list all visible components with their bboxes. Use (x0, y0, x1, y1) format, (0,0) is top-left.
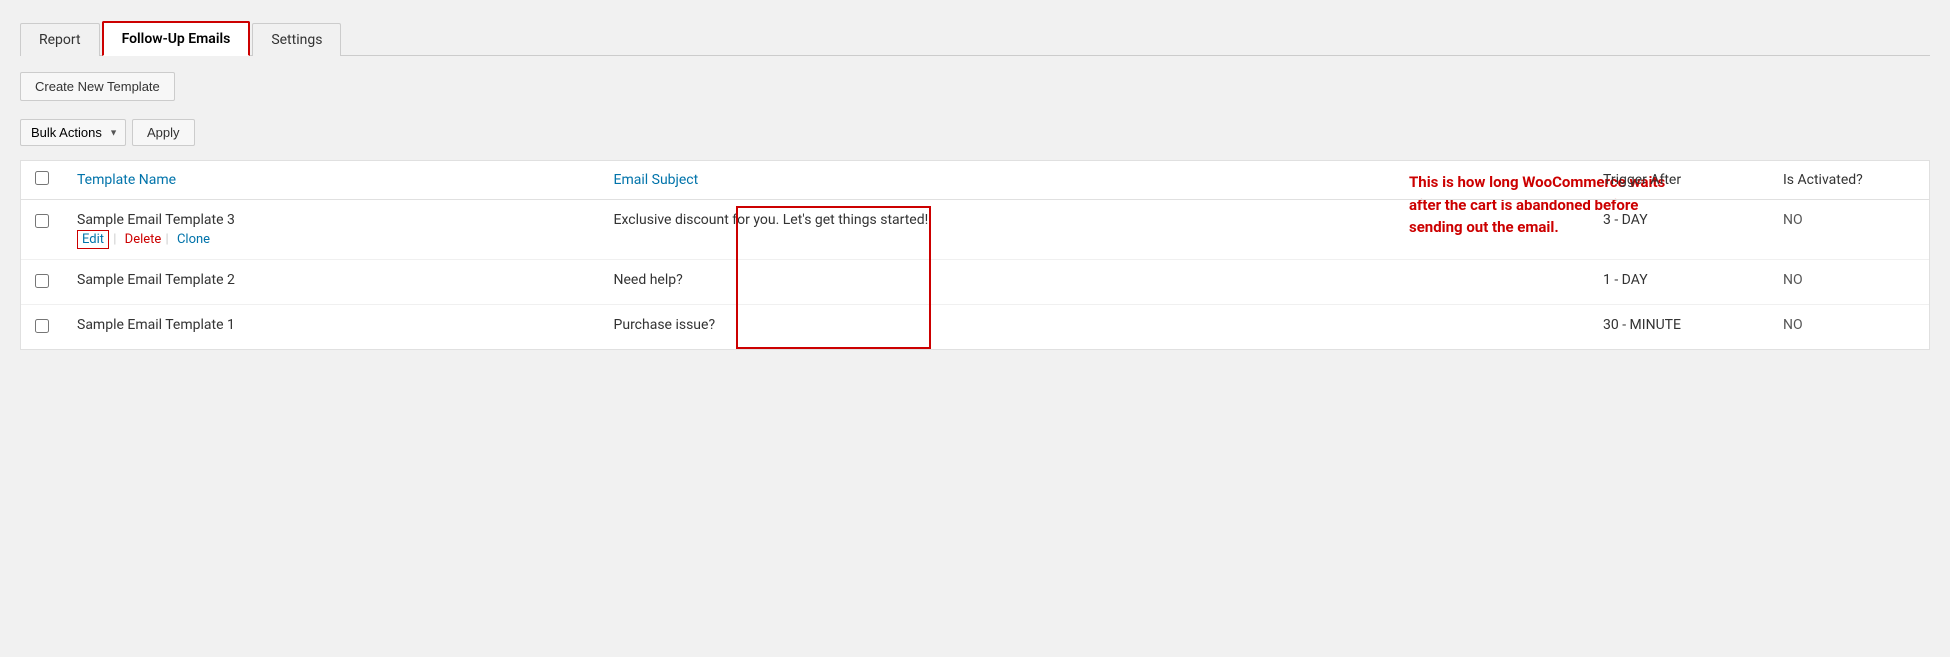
row-2-is-activated-cell: NO (1769, 260, 1929, 305)
tab-follow-up-emails[interactable]: Follow-Up Emails (102, 21, 251, 56)
col-header-email-subject[interactable]: Email Subject (600, 161, 1589, 200)
table-header-row: Template Name Email Subject Trigger Afte… (21, 161, 1929, 200)
row-3-is-activated: NO (1783, 212, 1803, 228)
table-row: Sample Email Template 1 Purchase issue? … (21, 305, 1929, 350)
table-row: Sample Email Template 2 Need help? 1 - D… (21, 260, 1929, 305)
table-wrapper: Template Name Email Subject Trigger Afte… (21, 161, 1929, 349)
row-2-trigger-after-cell: 1 - DAY (1589, 260, 1769, 305)
row-3-trigger-after-cell: 3 - DAY (1589, 200, 1769, 260)
table-row: Sample Email Template 3 Edit | Delete | … (21, 200, 1929, 260)
row-checkbox-1 (21, 305, 63, 350)
bulk-actions-select[interactable]: Bulk Actions (20, 119, 126, 146)
row-2-trigger-after: 1 - DAY (1603, 272, 1648, 288)
apply-button[interactable]: Apply (132, 119, 195, 146)
tab-report[interactable]: Report (20, 23, 100, 56)
row-2-email-subject: Need help? (614, 272, 683, 288)
page-container: Report Follow-Up Emails Settings Create … (0, 0, 1950, 657)
row-3-template-name-cell: Sample Email Template 3 Edit | Delete | … (63, 200, 600, 260)
row-1-email-subject: Purchase issue? (614, 317, 716, 333)
row-1-trigger-after-cell: 30 - MINUTE (1589, 305, 1769, 350)
row-2-template-name-cell: Sample Email Template 2 (63, 260, 600, 305)
row-1-is-activated: NO (1783, 317, 1803, 333)
col-header-is-activated: Is Activated? (1769, 161, 1929, 200)
row-1-trigger-after: 30 - MINUTE (1603, 317, 1681, 333)
row-3-checkbox[interactable] (35, 214, 49, 228)
row-2-checkbox[interactable] (35, 274, 49, 288)
row-3-email-subject: Exclusive discount for you. Let's get th… (614, 212, 929, 228)
row-checkbox-3 (21, 200, 63, 260)
row-3-delete-link[interactable]: Delete (125, 232, 162, 247)
row-3-edit-link[interactable]: Edit (77, 230, 109, 249)
toolbar: Create New Template (20, 72, 1930, 101)
row-checkbox-2 (21, 260, 63, 305)
row-2-template-name: Sample Email Template 2 (77, 272, 586, 288)
row-1-template-name: Sample Email Template 1 (77, 317, 586, 333)
row-3-email-subject-cell: Exclusive discount for you. Let's get th… (600, 200, 1589, 260)
col-header-checkbox (21, 161, 63, 200)
templates-table: Template Name Email Subject Trigger Afte… (21, 161, 1929, 349)
row-3-clone-link[interactable]: Clone (177, 232, 210, 247)
col-header-trigger-after: Trigger After (1589, 161, 1769, 200)
bulk-actions-wrapper: Bulk Actions (20, 119, 126, 146)
row-1-template-name-cell: Sample Email Template 1 (63, 305, 600, 350)
row-3-template-name: Sample Email Template 3 (77, 212, 586, 228)
row-3-actions: Edit | Delete | Clone (77, 232, 586, 247)
tabs-bar: Report Follow-Up Emails Settings (20, 20, 1930, 56)
bulk-actions-row: Bulk Actions Apply (20, 119, 1930, 146)
row-3-is-activated-cell: NO (1769, 200, 1929, 260)
row-1-checkbox[interactable] (35, 319, 49, 333)
create-new-template-button[interactable]: Create New Template (20, 72, 175, 101)
row-1-email-subject-cell: Purchase issue? (600, 305, 1589, 350)
row-2-is-activated: NO (1783, 272, 1803, 288)
main-content: This is how long WooCommerce waits after… (20, 160, 1930, 350)
row-2-email-subject-cell: Need help? (600, 260, 1589, 305)
select-all-checkbox[interactable] (35, 171, 49, 185)
col-header-template-name[interactable]: Template Name (63, 161, 600, 200)
row-1-is-activated-cell: NO (1769, 305, 1929, 350)
row-3-trigger-after: 3 - DAY (1603, 212, 1648, 228)
tab-settings[interactable]: Settings (252, 23, 341, 56)
